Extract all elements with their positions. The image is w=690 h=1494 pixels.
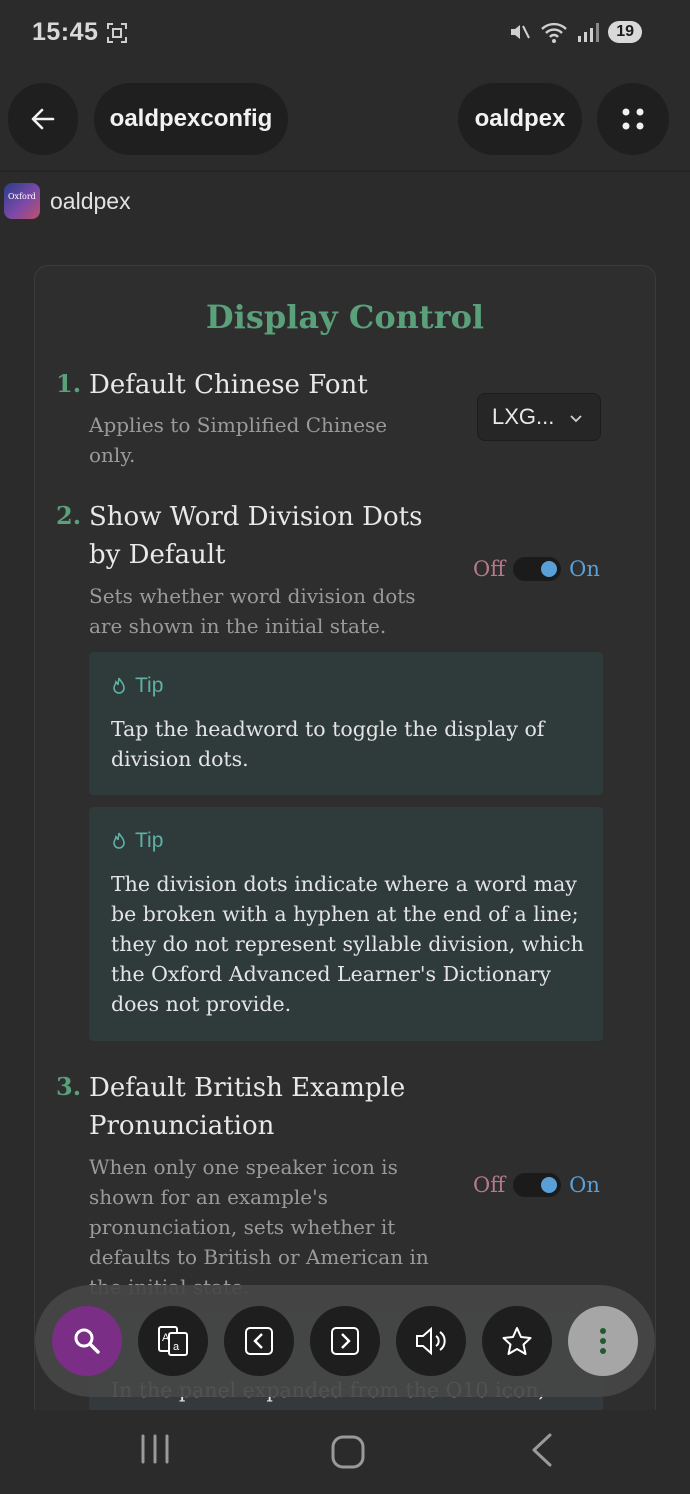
- config-tab-button[interactable]: oaldpexconfig: [94, 83, 288, 155]
- more-icon: [600, 1328, 606, 1354]
- bottom-toolbar: A a: [35, 1285, 655, 1397]
- item-number: 3.: [56, 1072, 82, 1101]
- grid-menu-button[interactable]: [597, 83, 669, 155]
- item-description: Applies to Simplified Chinese only.: [89, 413, 388, 467]
- system-nav-bar: [0, 1410, 690, 1494]
- chinese-font-select[interactable]: LXG...: [477, 393, 601, 441]
- speaker-button[interactable]: [396, 1306, 466, 1376]
- item-title: Default British Example Pronunciation: [89, 1073, 406, 1141]
- previous-button[interactable]: [224, 1306, 294, 1376]
- app-tab-button[interactable]: oaldpex: [458, 83, 582, 155]
- svg-text:A: A: [162, 1332, 170, 1344]
- tip-header: Tip: [111, 829, 163, 853]
- app-header: Oxford oaldpex: [4, 180, 131, 222]
- next-button[interactable]: [310, 1306, 380, 1376]
- battery-icon: 19: [608, 21, 642, 43]
- home-icon[interactable]: [328, 1432, 368, 1472]
- toggle-off-label: Off: [473, 1173, 506, 1197]
- more-button[interactable]: [568, 1306, 638, 1376]
- british-pronunciation-toggle[interactable]: [513, 1173, 562, 1197]
- translate-icon: A a: [158, 1326, 188, 1356]
- item-description: When only one speaker icon is shown for …: [89, 1155, 429, 1299]
- back-icon[interactable]: [526, 1432, 556, 1468]
- mute-icon: [511, 25, 531, 39]
- toggle-on-label: On: [569, 557, 600, 581]
- tip-label: Tip: [135, 829, 164, 852]
- back-button[interactable]: [8, 83, 78, 155]
- item-description: Sets whether word division dots are show…: [89, 584, 416, 638]
- flame-icon: [113, 677, 125, 694]
- top-navigation: oaldpexconfig oaldpex: [0, 70, 690, 170]
- item-title: Show Word Division Dots by Default: [89, 502, 423, 570]
- british-pronunciation-toggle-row: Off On: [473, 1173, 600, 1197]
- toggle-on-label: On: [569, 1173, 600, 1197]
- tip-box: Tip Tap the headword to toggle the displ…: [89, 652, 603, 795]
- card-title: Display Control: [205, 298, 485, 336]
- tip-label: Tip: [135, 674, 164, 697]
- favorite-button[interactable]: [482, 1306, 552, 1376]
- item-title: Default Chinese Font: [89, 370, 368, 400]
- status-time: 15:45: [32, 18, 99, 46]
- search-icon: [74, 1328, 100, 1354]
- toggle-knob: [541, 1177, 558, 1193]
- chevron-down-icon: [570, 415, 582, 423]
- flame-icon: [113, 832, 125, 849]
- header-divider: [0, 170, 690, 172]
- division-dots-toggle-row: Off On: [473, 557, 600, 581]
- item-number: 1.: [56, 369, 82, 398]
- tip-header: Tip: [111, 674, 163, 698]
- tip-text: The division dots indicate where a word …: [111, 872, 584, 1016]
- toggle-knob: [541, 561, 558, 577]
- app-name: oaldpex: [50, 187, 131, 214]
- previous-icon: [245, 1327, 273, 1355]
- star-icon: [502, 1327, 532, 1355]
- app-logo: Oxford: [4, 183, 40, 219]
- signal-icon: [578, 23, 600, 42]
- tip-text: Tap the headword to toggle the display o…: [111, 717, 545, 771]
- item-number: 2.: [56, 501, 82, 530]
- speaker-icon: [416, 1326, 446, 1356]
- translate-button[interactable]: A a: [138, 1306, 208, 1376]
- division-dots-toggle[interactable]: [513, 557, 562, 581]
- svg-text:a: a: [173, 1341, 180, 1353]
- grid-icon: [622, 108, 644, 130]
- screenshot-icon: [107, 23, 127, 43]
- toggle-off-label: Off: [473, 557, 506, 581]
- search-button[interactable]: [52, 1306, 122, 1376]
- display-control-card: Display Control 1. Default Chinese Font …: [34, 265, 656, 1447]
- next-icon: [331, 1327, 359, 1355]
- back-arrow-icon: [31, 108, 55, 130]
- recent-apps-icon[interactable]: [138, 1432, 172, 1466]
- select-value: LXG...: [492, 404, 555, 429]
- tip-box: Tip The division dots indicate where a w…: [89, 807, 603, 1041]
- wifi-icon: [541, 22, 568, 43]
- status-bar: 15:45 19: [0, 0, 690, 70]
